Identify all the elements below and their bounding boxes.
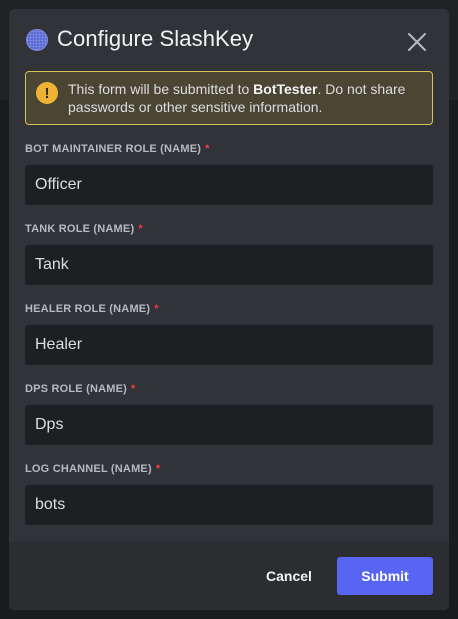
required-marker: * <box>131 383 136 395</box>
log-channel-input[interactable] <box>25 485 433 525</box>
bot-maintainer-role-input[interactable] <box>25 165 433 205</box>
modal-header: Configure SlashKey <box>9 9 449 71</box>
field-dps-role: DPS ROLE (NAME) * <box>25 365 433 445</box>
field-label-text: DPS ROLE (NAME) <box>25 383 127 395</box>
field-label-text: HEALER ROLE (NAME) <box>25 303 151 315</box>
form-body: BOT MAINTAINER ROLE (NAME)* TANK ROLE (N… <box>9 125 449 541</box>
field-label-text: LOG CHANNEL (NAME) <box>25 463 152 475</box>
warning-bot-name: BotTester <box>253 81 318 97</box>
field-label: LOG CHANNEL (NAME) * <box>25 463 160 475</box>
field-log-channel: LOG CHANNEL (NAME) * <box>25 445 433 525</box>
close-button[interactable] <box>405 30 429 54</box>
close-icon <box>408 33 426 51</box>
required-marker: * <box>138 223 143 235</box>
field-label: DPS ROLE (NAME) * <box>25 383 135 395</box>
field-label-text: TANK ROLE (NAME) <box>25 223 135 235</box>
field-bot-maintainer-role: BOT MAINTAINER ROLE (NAME) * <box>25 125 433 205</box>
required-marker: * <box>205 143 210 155</box>
app-avatar-icon <box>26 29 48 51</box>
configure-modal: Configure SlashKey ! This form will be s… <box>9 9 449 610</box>
warning-notice: ! This form will be submitted to BotTest… <box>25 71 433 125</box>
warning-text-before: This form will be submitted to <box>68 81 254 97</box>
field-label: HEALER ROLE (NAME) * <box>25 303 159 315</box>
field-label-text: BOT MAINTAINER ROLE (NAME) <box>25 143 202 155</box>
field-label: TANK ROLE (NAME) * <box>25 223 143 235</box>
healer-role-input[interactable] <box>25 325 433 365</box>
field-tank-role: TANK ROLE (NAME) * <box>25 205 433 285</box>
modal-title: Configure SlashKey <box>57 26 254 51</box>
exclamation-icon: ! <box>36 82 58 104</box>
required-marker: * <box>155 463 161 475</box>
modal-footer: Cancel Submit <box>9 541 449 610</box>
cancel-button[interactable]: Cancel <box>256 557 322 595</box>
dps-role-input[interactable] <box>25 405 433 445</box>
tank-role-input[interactable] <box>25 245 433 285</box>
field-healer-role: HEALER ROLE (NAME) * <box>25 285 433 365</box>
submit-button[interactable]: Submit <box>337 557 433 595</box>
field-label: BOT MAINTAINER ROLE (NAME) * <box>25 143 210 155</box>
required-marker: * <box>154 303 159 315</box>
warning-text: This form will be submitted to BotTester… <box>68 80 424 116</box>
